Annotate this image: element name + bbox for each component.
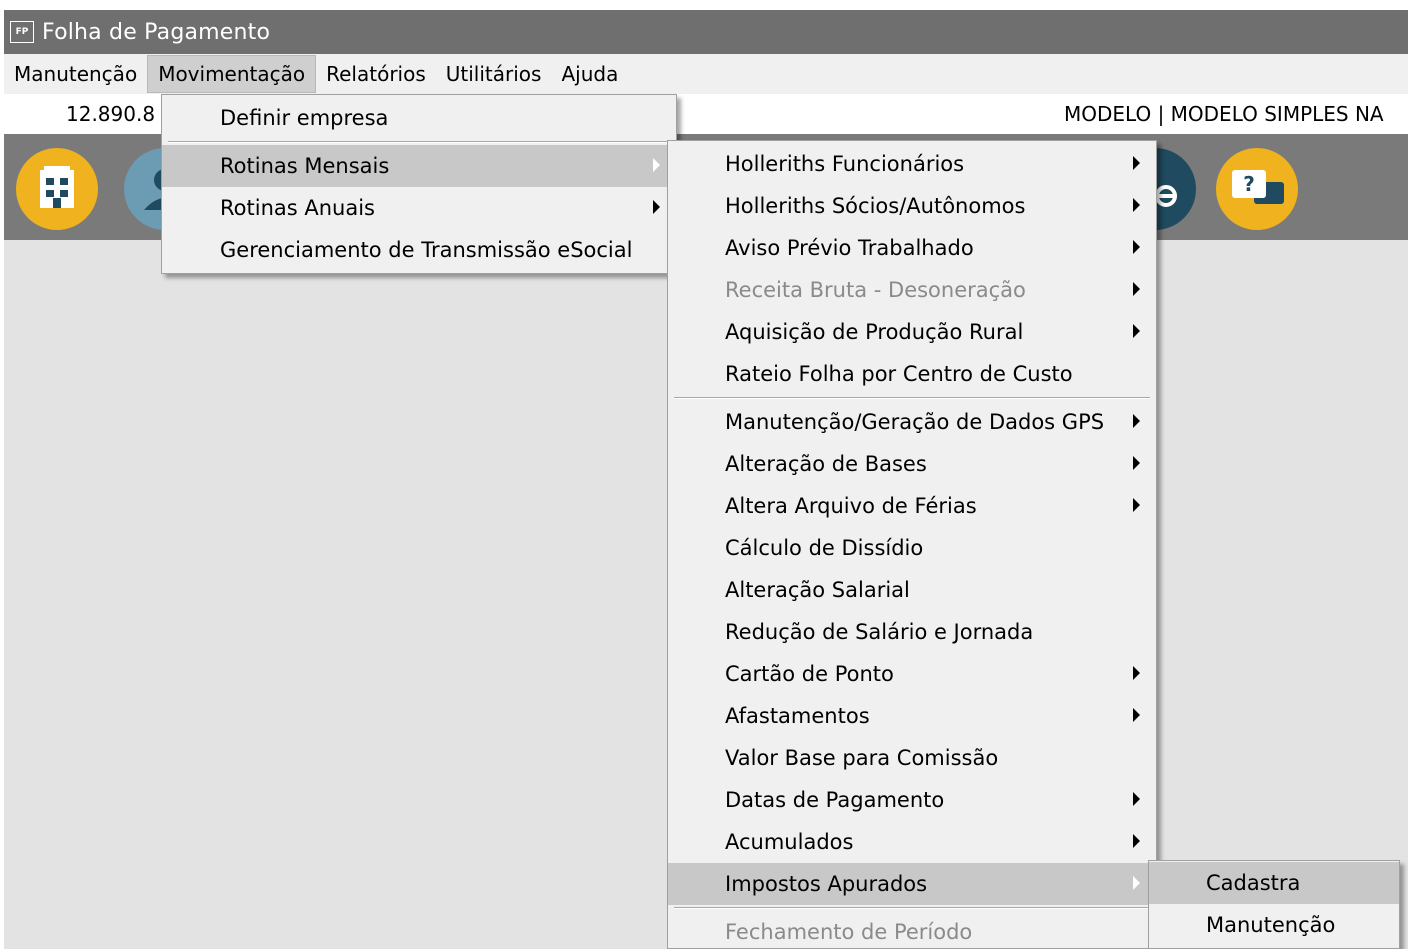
menu-item-label: Receita Bruta - Desoneração	[725, 278, 1026, 302]
company-name: MODELO | MODELO SIMPLES NA	[1064, 102, 1384, 126]
menu-item-aquisicao-producao-rural[interactable]: Aquisição de Produção Rural	[668, 311, 1156, 353]
submenu-arrow-icon	[1133, 876, 1140, 890]
submenu-arrow-icon	[1133, 792, 1140, 806]
help-chat-icon[interactable]: ?	[1216, 148, 1298, 230]
menu-movimentacao[interactable]: Movimentação	[147, 55, 317, 93]
menu-item-gerenciamento-esocial[interactable]: Gerenciamento de Transmissão eSocial	[162, 229, 676, 271]
menu-item-calculo-dissidio[interactable]: Cálculo de Dissídio	[668, 527, 1156, 569]
menu-item-manutencao[interactable]: Manutenção	[1149, 904, 1399, 946]
building-icon[interactable]	[16, 148, 98, 230]
menu-item-label: Aviso Prévio Trabalhado	[725, 236, 974, 260]
menu-item-alteracao-salarial[interactable]: Alteração Salarial	[668, 569, 1156, 611]
menu-bar: Manutenção Movimentação Relatórios Utili…	[4, 54, 1408, 94]
menu-item-label: Rateio Folha por Centro de Custo	[725, 362, 1073, 386]
menu-item-label: Acumulados	[725, 830, 854, 854]
menu-item-label: Fechamento de Período	[725, 920, 973, 944]
menu-item-label: Cartão de Ponto	[725, 662, 894, 686]
menu-item-cartao-ponto[interactable]: Cartão de Ponto	[668, 653, 1156, 695]
menu-item-label: Manutenção	[1206, 913, 1336, 937]
menu-item-label: Rotinas Anuais	[220, 196, 375, 220]
menu-ajuda[interactable]: Ajuda	[551, 55, 628, 93]
menu-item-afastamentos[interactable]: Afastamentos	[668, 695, 1156, 737]
menu-item-rotinas-mensais[interactable]: Rotinas Mensais	[162, 145, 676, 187]
title-bar: FP Folha de Pagamento	[4, 10, 1408, 54]
menu-item-label: Valor Base para Comissão	[725, 746, 999, 770]
submenu-arrow-icon	[1133, 156, 1140, 170]
menu-item-label: Alteração de Bases	[725, 452, 927, 476]
submenu-arrow-icon	[1133, 498, 1140, 512]
app-logo-icon: FP	[10, 21, 34, 43]
menu-item-label: Holleriths Funcionários	[725, 152, 965, 176]
menu-item-label: Afastamentos	[725, 704, 870, 728]
menu-utilitarios[interactable]: Utilitários	[436, 55, 552, 93]
menu-item-label: Aquisição de Produção Rural	[725, 320, 1024, 344]
rotinas-mensais-submenu: Holleriths Funcionários Holleriths Sócio…	[667, 140, 1157, 949]
menu-item-valor-base-comissao[interactable]: Valor Base para Comissão	[668, 737, 1156, 779]
submenu-arrow-icon	[653, 158, 660, 172]
submenu-arrow-icon	[1133, 282, 1140, 296]
menu-item-label: Redução de Salário e Jornada	[725, 620, 1034, 644]
menu-item-holleriths-funcionarios[interactable]: Holleriths Funcionários	[668, 143, 1156, 185]
submenu-arrow-icon	[1133, 834, 1140, 848]
menu-item-definir-empresa[interactable]: Definir empresa	[162, 97, 676, 139]
menu-item-cadastra[interactable]: Cadastra	[1149, 862, 1399, 904]
menu-item-reducao-salario[interactable]: Redução de Salário e Jornada	[668, 611, 1156, 653]
company-cnpj: 12.890.8	[66, 102, 156, 126]
menu-item-aviso-previo[interactable]: Aviso Prévio Trabalhado	[668, 227, 1156, 269]
menu-item-label: Rotinas Mensais	[220, 154, 390, 178]
menu-item-alteracao-bases[interactable]: Alteração de Bases	[668, 443, 1156, 485]
menu-item-label: Datas de Pagamento	[725, 788, 945, 812]
menu-item-rotinas-anuais[interactable]: Rotinas Anuais	[162, 187, 676, 229]
submenu-arrow-icon	[1133, 324, 1140, 338]
menu-item-label: Holleriths Sócios/Autônomos	[725, 194, 1026, 218]
menu-item-acumulados[interactable]: Acumulados	[668, 821, 1156, 863]
menu-item-label: Altera Arquivo de Férias	[725, 494, 977, 518]
menu-item-label: Cadastra	[1206, 871, 1301, 895]
menu-relatorios[interactable]: Relatórios	[316, 55, 436, 93]
movimentacao-dropdown: Definir empresa Rotinas Mensais Rotinas …	[161, 94, 677, 274]
menu-item-label: Cálculo de Dissídio	[725, 536, 924, 560]
submenu-arrow-icon	[1133, 666, 1140, 680]
submenu-arrow-icon	[653, 200, 660, 214]
submenu-arrow-icon	[1133, 240, 1140, 254]
menu-item-label: Alteração Salarial	[725, 578, 910, 602]
menu-item-datas-pagamento[interactable]: Datas de Pagamento	[668, 779, 1156, 821]
menu-item-label: Manutenção/Geração de Dados GPS	[725, 410, 1105, 434]
menu-item-arquivo-ferias[interactable]: Altera Arquivo de Férias	[668, 485, 1156, 527]
menu-item-holleriths-socios[interactable]: Holleriths Sócios/Autônomos	[668, 185, 1156, 227]
menu-item-fechamento-periodo[interactable]: Fechamento de Período	[668, 911, 1156, 949]
menu-item-impostos-apurados[interactable]: Impostos Apurados	[668, 863, 1156, 905]
submenu-arrow-icon	[1133, 708, 1140, 722]
menu-manutencao[interactable]: Manutenção	[4, 55, 147, 93]
menu-item-receita-bruta[interactable]: Receita Bruta - Desoneração	[668, 269, 1156, 311]
menu-item-label: Impostos Apurados	[725, 872, 928, 896]
impostos-apurados-submenu: Cadastra Manutenção	[1148, 860, 1400, 949]
question-bubble-icon: ?	[1232, 170, 1266, 198]
menu-item-dados-gps[interactable]: Manutenção/Geração de Dados GPS	[668, 401, 1156, 443]
submenu-arrow-icon	[1133, 456, 1140, 470]
window-title: Folha de Pagamento	[42, 19, 271, 45]
menu-item-rateio-folha[interactable]: Rateio Folha por Centro de Custo	[668, 353, 1156, 395]
submenu-arrow-icon	[1133, 198, 1140, 212]
submenu-arrow-icon	[1133, 414, 1140, 428]
menu-item-label: Definir empresa	[220, 106, 389, 130]
menu-item-label: Gerenciamento de Transmissão eSocial	[220, 238, 633, 262]
